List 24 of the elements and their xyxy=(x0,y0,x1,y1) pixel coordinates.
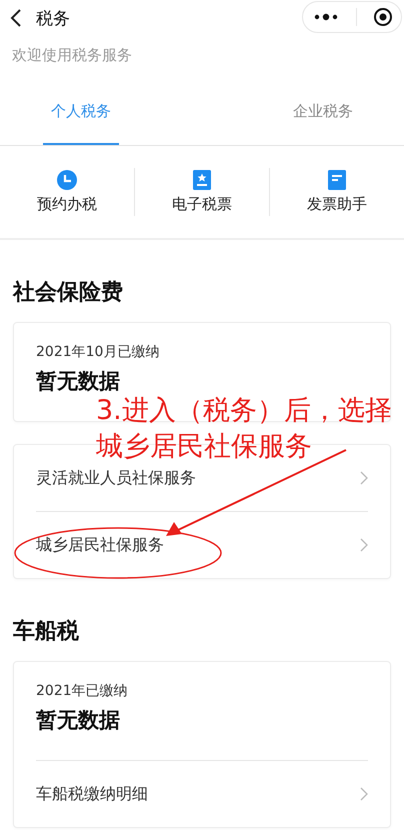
annotation-text: 城乡居民社保服务 xyxy=(96,430,312,464)
section-title: 社会保险费 xyxy=(13,279,124,307)
star-ticket-icon[interactable] xyxy=(193,170,211,190)
payment-caption: 2021年已缴纳 xyxy=(36,682,129,700)
service-link[interactable]: 灵活就业人员社保服务 xyxy=(36,468,196,488)
shortcut-button[interactable]: 电子税票 xyxy=(172,195,232,214)
back-icon[interactable] xyxy=(10,8,22,28)
shortcut-button[interactable]: 预约办税 xyxy=(37,195,97,214)
section-title: 车船税 xyxy=(13,618,80,646)
clock-icon[interactable] xyxy=(57,170,77,190)
document-icon[interactable] xyxy=(328,170,346,190)
payment-caption: 2021年10月已缴纳 xyxy=(36,343,160,361)
payment-value: 暂无数据 xyxy=(36,707,121,734)
chevron-right-icon xyxy=(360,787,368,801)
chevron-right-icon xyxy=(360,538,368,552)
service-link[interactable]: 车船税缴纳明细 xyxy=(36,784,148,804)
page-title: 税务 xyxy=(36,8,70,30)
payment-value: 暂无数据 xyxy=(36,368,121,395)
tab[interactable]: 企业税务 xyxy=(285,80,361,145)
chevron-right-icon xyxy=(360,471,368,485)
welcome-text: 欢迎使用税务服务 xyxy=(12,46,132,64)
annotation-text: 3.进入（税务）后，选择 xyxy=(96,394,392,428)
close-icon[interactable] xyxy=(373,7,394,27)
shortcut-button[interactable]: 发票助手 xyxy=(307,195,367,214)
